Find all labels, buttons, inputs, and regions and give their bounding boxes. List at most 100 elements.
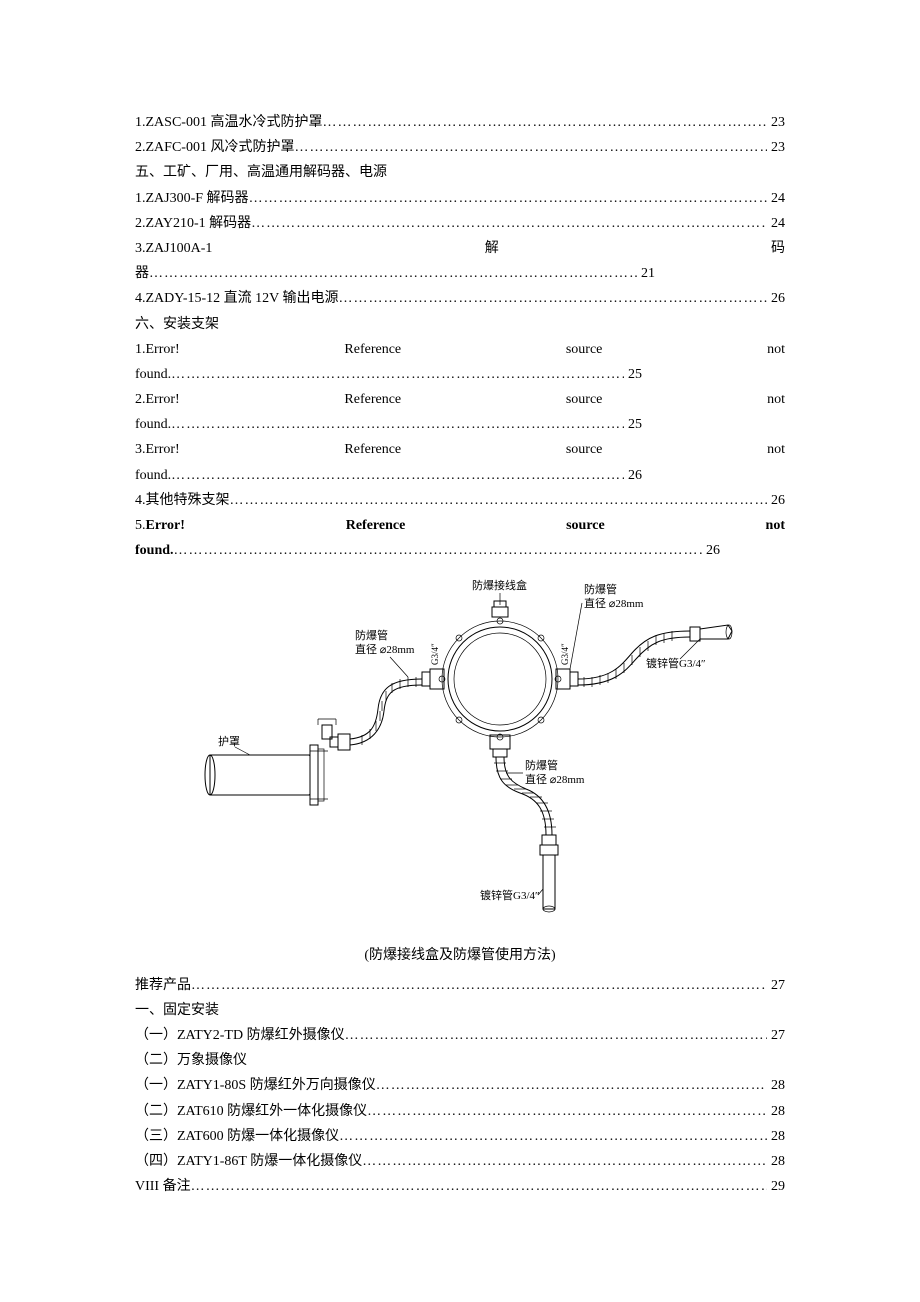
- label-galv-pipe-b: 镀锌管G3/4″: [480, 888, 540, 902]
- toc-label-part: 解: [485, 236, 499, 261]
- toc-entry: 2.ZAY210-1 解码器 ……………………………………………………………………: [135, 211, 785, 236]
- error-found: found.: [135, 538, 174, 563]
- toc-leader: ……………………………………………………………………………………………………………: [149, 261, 637, 286]
- toc-error-line: 2.Error! Reference source not: [135, 387, 785, 412]
- toc-leader: ……………………………………………………………………………………………………………: [339, 1124, 767, 1149]
- toc-entry: 1.ZASC-001 高温水冷式防护罩 ………………………………………………………: [135, 110, 785, 135]
- label-pipe-r-1: 防爆管: [584, 582, 617, 596]
- toc-entry: （一）ZATY1-80S 防爆红外万向摄像仪 ………………………………………………: [135, 1073, 785, 1098]
- toc-page: 29: [767, 1174, 785, 1199]
- toc-page: 27: [767, 1023, 785, 1048]
- toc-leader: ……………………………………………………………………………………………………………: [322, 110, 767, 135]
- toc-leader: ……………………………………………………………………………………………………………: [191, 973, 767, 998]
- section-heading-6: 六、安装支架: [135, 312, 785, 337]
- toc-page: 28: [767, 1073, 785, 1098]
- dim-g34-right: G3/4″: [560, 643, 570, 665]
- toc-leader: ……………………………………………………………………………………………………………: [171, 463, 624, 488]
- error-found: found.: [135, 412, 171, 437]
- error-word: source: [566, 387, 603, 412]
- toc-page: 23: [767, 135, 785, 160]
- toc-entry: VIII 备注 ………………………………………………………………………………………: [135, 1174, 785, 1199]
- label-pipe-l-2: 直径 ⌀28mm: [355, 642, 415, 656]
- toc-leader: ……………………………………………………………………………………………………………: [376, 1073, 767, 1098]
- toc-label: （四）ZATY1-86T 防爆一体化摄像仪: [135, 1149, 362, 1174]
- error-word: 5.Error!: [135, 513, 185, 538]
- toc-label: （二）ZAT610 防爆红外一体化摄像仪: [135, 1099, 367, 1124]
- toc-page: 23: [767, 110, 785, 135]
- label-pipe-l-1: 防爆管: [355, 628, 388, 642]
- toc-label: （三）ZAT600 防爆一体化摄像仪: [135, 1124, 339, 1149]
- toc-page: 27: [767, 973, 785, 998]
- toc-label: VIII 备注: [135, 1174, 191, 1199]
- toc-label: 4.ZADY-15-12 直流 12V 输出电源: [135, 286, 339, 311]
- toc-entry: （二）ZAT610 防爆红外一体化摄像仪 ……………………………………………………: [135, 1099, 785, 1124]
- toc-error-found: found. …………………………………………………………………………………………: [135, 412, 642, 437]
- label-pipe-b-2: 直径 ⌀28mm: [525, 772, 585, 786]
- toc-entry: 4.其他特殊支架 ……………………………………………………………………………………: [135, 488, 785, 513]
- error-word: not: [767, 387, 785, 412]
- error-word: source: [566, 437, 603, 462]
- toc-error-line: 3.Error! Reference source not: [135, 437, 785, 462]
- toc-page: 26: [767, 286, 785, 311]
- toc-label: 2.ZAY210-1 解码器: [135, 211, 251, 236]
- toc-page: 26: [767, 488, 785, 513]
- label-pipe-b-1: 防爆管: [525, 758, 558, 772]
- toc-label: （一）ZATY2-TD 防爆红外摄像仪: [135, 1023, 345, 1048]
- error-found: found.: [135, 463, 171, 488]
- toc-entry: 推荐产品 ………………………………………………………………………………………………: [135, 973, 785, 998]
- toc-page: 28: [767, 1124, 785, 1149]
- error-word: 1.Error!: [135, 337, 180, 362]
- error-word: Reference: [344, 337, 401, 362]
- error-word: Reference: [344, 437, 401, 462]
- toc-leader: ……………………………………………………………………………………………………………: [249, 186, 767, 211]
- toc-leader: ……………………………………………………………………………………………………………: [294, 135, 767, 160]
- toc-entry: （三）ZAT600 防爆一体化摄像仪 …………………………………………………………: [135, 1124, 785, 1149]
- error-word: source: [566, 513, 605, 538]
- label-galv-pipe-r: 镀锌管G3/4″: [646, 656, 706, 670]
- toc-error-found-bold: found. …………………………………………………………………………………………: [135, 538, 720, 563]
- toc-label: 2.ZAFC-001 风冷式防护罩: [135, 135, 294, 160]
- toc-page: 24: [767, 186, 785, 211]
- toc-entry: （一）ZATY2-TD 防爆红外摄像仪 ………………………………………………………: [135, 1023, 785, 1048]
- label-shroud: 护罩: [218, 734, 240, 748]
- toc-error-found: found. …………………………………………………………………………………………: [135, 463, 642, 488]
- toc-leader: ……………………………………………………………………………………………………………: [171, 362, 624, 387]
- toc-entry-split: 3.ZAJ100A-1 解 码: [135, 236, 785, 261]
- toc-page: 26: [624, 463, 642, 488]
- figure-caption: (防爆接线盒及防爆管使用方法): [135, 943, 785, 968]
- error-word: source: [566, 337, 603, 362]
- error-word: not: [767, 437, 785, 462]
- toc-page: 26: [702, 538, 720, 563]
- label-pipe-r-2: 直径 ⌀28mm: [584, 596, 644, 610]
- toc-label: 1.ZASC-001 高温水冷式防护罩: [135, 110, 322, 135]
- error-word: Reference: [346, 513, 406, 538]
- toc-label: 推荐产品: [135, 973, 191, 998]
- toc-leader: ……………………………………………………………………………………………………………: [367, 1099, 767, 1124]
- toc-error-line-bold: 5.Error! Reference source not: [135, 513, 785, 538]
- toc-page: 28: [767, 1099, 785, 1124]
- toc-leader: ……………………………………………………………………………………………………………: [230, 488, 768, 513]
- toc-leader: ……………………………………………………………………………………………………………: [339, 286, 767, 311]
- label-junction-box: 防爆接线盒: [472, 578, 527, 592]
- error-word: not: [767, 337, 785, 362]
- toc-error-found: found. …………………………………………………………………………………………: [135, 362, 642, 387]
- toc-label: 器: [135, 261, 149, 286]
- error-word: not: [766, 513, 785, 538]
- toc-entry-continuation: 器 ………………………………………………………………………………………………………: [135, 261, 655, 286]
- dim-g34-left: G3/4″: [430, 643, 440, 665]
- toc-entry: （四）ZATY1-86T 防爆一体化摄像仪 …………………………………………………: [135, 1149, 785, 1174]
- section-heading-5: 五、工矿、厂用、高温通用解码器、电源: [135, 160, 785, 185]
- toc-leader: ……………………………………………………………………………………………………………: [191, 1174, 767, 1199]
- document-page: 1.ZASC-001 高温水冷式防护罩 ………………………………………………………: [0, 0, 920, 1302]
- error-word: 2.Error!: [135, 387, 180, 412]
- toc-label: （一）ZATY1-80S 防爆红外万向摄像仪: [135, 1073, 376, 1098]
- toc-leader: ……………………………………………………………………………………………………………: [251, 211, 767, 236]
- section-heading-wan: （二）万象摄像仪: [135, 1048, 785, 1073]
- toc-label-part: 码: [771, 236, 785, 261]
- toc-leader: ……………………………………………………………………………………………………………: [174, 538, 702, 563]
- toc-page: 28: [767, 1149, 785, 1174]
- toc-error-line: 1.Error! Reference source not: [135, 337, 785, 362]
- toc-page: 25: [624, 362, 642, 387]
- toc-entry: 2.ZAFC-001 风冷式防护罩 ……………………………………………………………: [135, 135, 785, 160]
- toc-entry: 4.ZADY-15-12 直流 12V 输出电源 …………………………………………: [135, 286, 785, 311]
